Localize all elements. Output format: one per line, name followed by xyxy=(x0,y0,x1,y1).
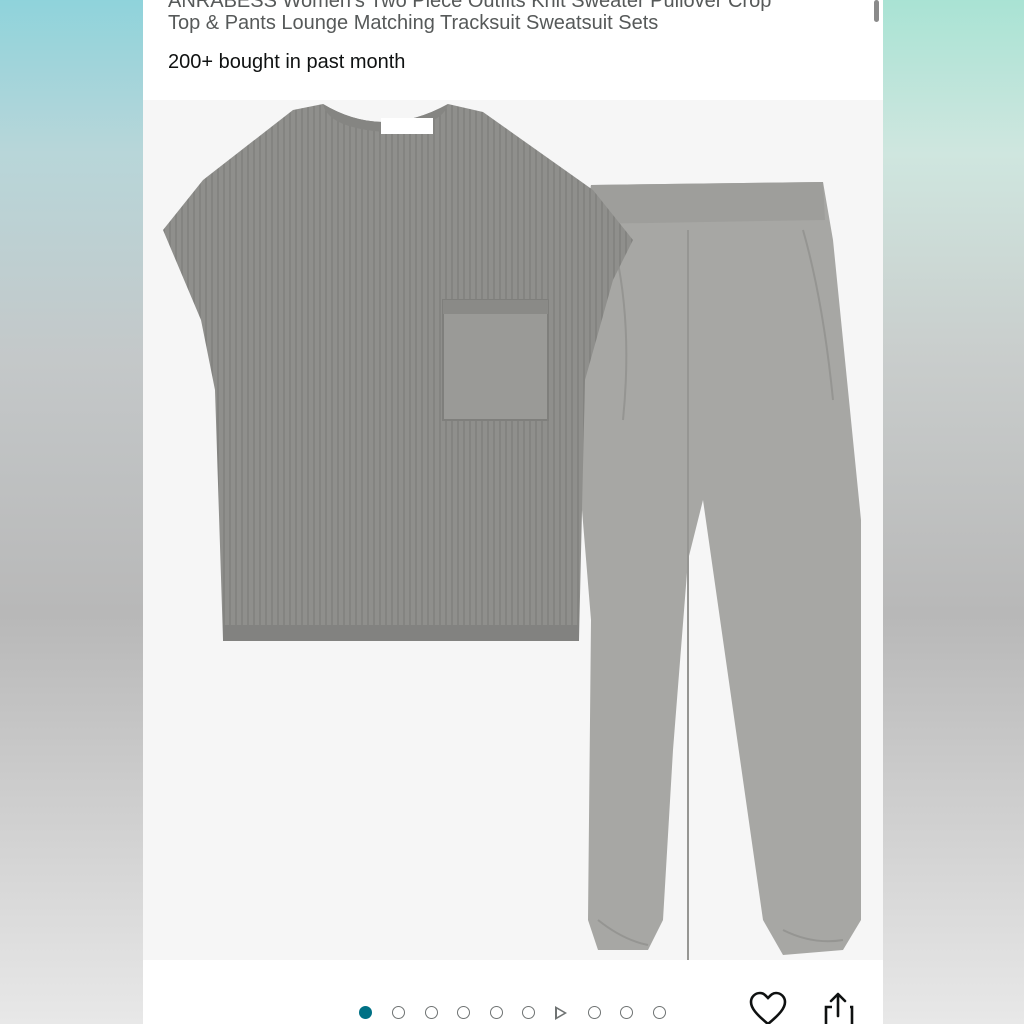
scrollbar[interactable] xyxy=(874,0,879,22)
share-icon xyxy=(824,992,854,1024)
product-image[interactable] xyxy=(143,100,883,960)
carousel-dot-4[interactable] xyxy=(457,1006,470,1019)
pants xyxy=(573,182,861,960)
carousel-dot-6[interactable] xyxy=(522,1006,535,1019)
sweater-top xyxy=(163,104,633,641)
wishlist-button[interactable] xyxy=(748,990,788,1024)
carousel-dot-2[interactable] xyxy=(392,1006,405,1019)
carousel-dot-1[interactable] xyxy=(359,1006,372,1019)
product-panel: ANRABESS Women's Two Piece Outfits Knit … xyxy=(143,0,883,1024)
bought-count: 200+ bought in past month xyxy=(168,51,406,73)
carousel-dot-3[interactable] xyxy=(425,1006,438,1019)
carousel-dot-8[interactable] xyxy=(588,1006,601,1019)
carousel-dot-10[interactable] xyxy=(653,1006,666,1019)
background-left xyxy=(0,0,143,1024)
product-title-line2[interactable]: Top & Pants Lounge Matching Tracksuit Sw… xyxy=(168,12,658,35)
carousel-dot-5[interactable] xyxy=(490,1006,503,1019)
video-play-icon[interactable] xyxy=(555,1006,567,1020)
product-photo xyxy=(163,104,861,960)
heart-icon xyxy=(749,991,787,1024)
share-button[interactable] xyxy=(819,990,859,1024)
carousel-dot-9[interactable] xyxy=(620,1006,633,1019)
background-right xyxy=(883,0,1024,1024)
